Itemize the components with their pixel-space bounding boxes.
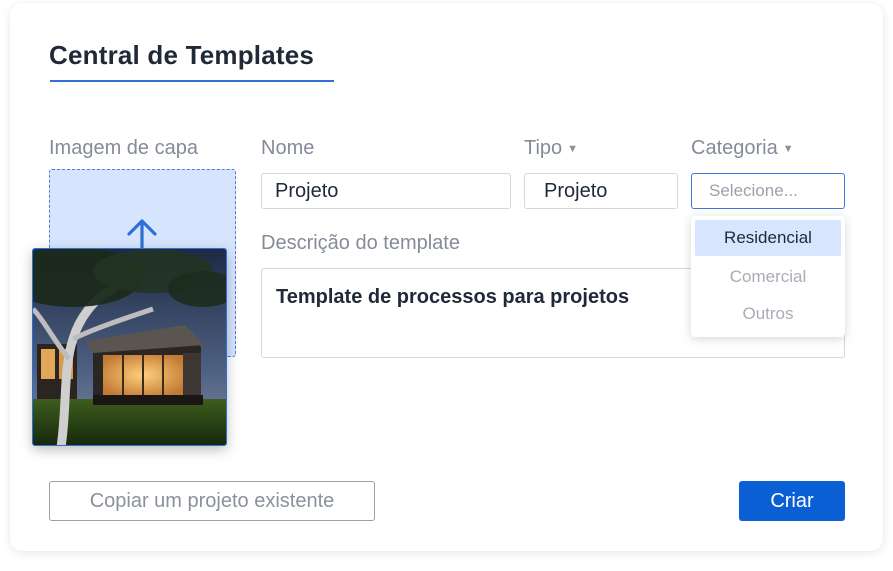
copy-project-button[interactable]: Copiar um projeto existente — [49, 481, 375, 521]
caret-down-icon: ▼ — [567, 143, 579, 155]
name-input[interactable]: Projeto — [261, 173, 511, 209]
type-select[interactable]: Projeto — [524, 173, 678, 209]
category-option-residencial[interactable]: Residencial — [695, 220, 841, 256]
name-input-value: Projeto — [275, 179, 339, 202]
category-select-placeholder: Selecione... — [709, 181, 798, 200]
category-label-text: Categoria — [691, 137, 778, 159]
cover-image-label: Imagem de capa — [49, 137, 198, 159]
category-label: Categoria ▼ — [691, 137, 794, 160]
type-select-value: Projeto — [544, 179, 608, 202]
category-option-outros[interactable]: Outros — [695, 296, 841, 332]
title-underline — [50, 80, 334, 82]
description-value: Template de processos para projetos — [276, 286, 630, 308]
upload-arrow-icon[interactable] — [125, 218, 159, 252]
type-label: Tipo ▼ — [524, 137, 578, 160]
category-option-comercial[interactable]: Comercial — [695, 259, 841, 295]
description-label: Descrição do template — [261, 232, 460, 254]
cover-image-preview[interactable] — [32, 248, 227, 446]
page-title: Central de Templates — [49, 40, 315, 70]
category-dropdown: Residencial Comercial Outros — [691, 216, 845, 337]
caret-down-icon: ▼ — [782, 143, 794, 155]
type-label-text: Tipo — [524, 137, 563, 159]
category-select[interactable]: Selecione... — [691, 173, 845, 209]
create-button[interactable]: Criar — [739, 481, 845, 521]
name-label: Nome — [261, 137, 315, 159]
